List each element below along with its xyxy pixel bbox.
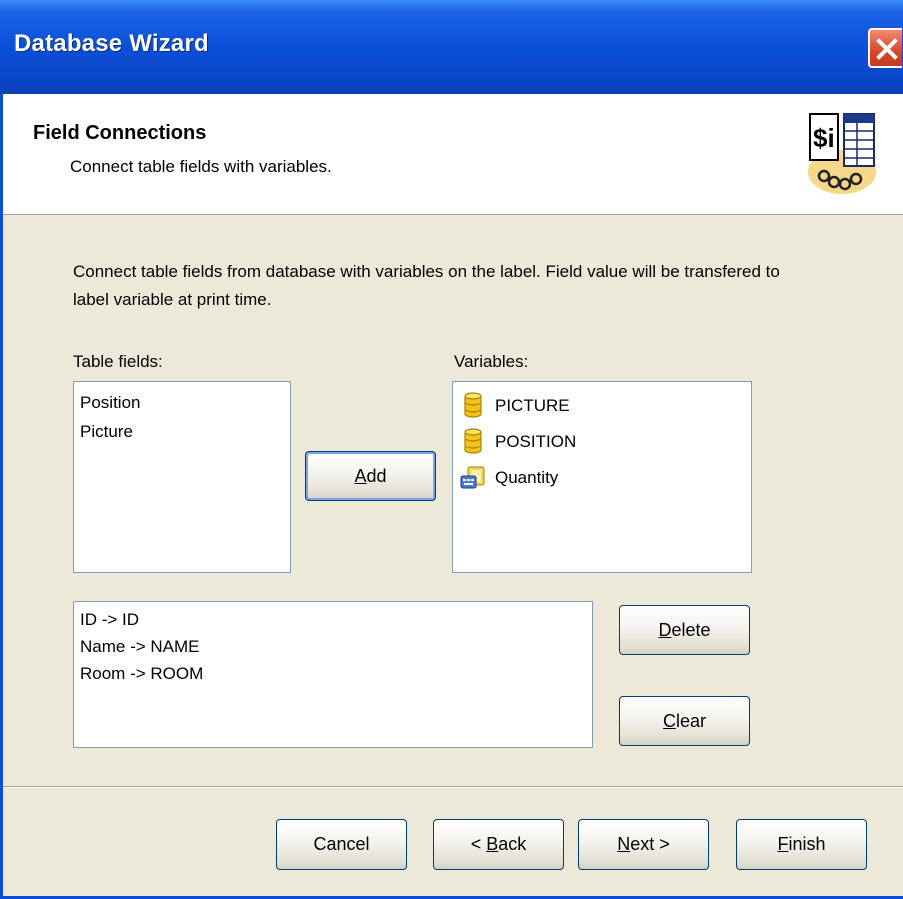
cancel-button-label: Cancel — [313, 834, 370, 854]
delete-button-label: Delete — [658, 619, 711, 640]
add-button[interactable]: Add — [305, 451, 436, 501]
back-button-label: < Back — [470, 834, 527, 854]
variable-label: POSITION — [495, 432, 577, 451]
page-subtitle: Connect table fields with variables. — [70, 157, 332, 176]
clear-button[interactable]: Clear — [619, 696, 750, 746]
list-item[interactable]: Name -> NAME — [80, 633, 586, 660]
list-item[interactable]: Picture — [80, 417, 284, 446]
list-item[interactable]: Room -> ROOM — [80, 660, 586, 687]
next-button-label: Next > — [617, 834, 670, 854]
connections-list[interactable]: ID -> ID Name -> NAME Room -> ROOM — [73, 601, 593, 748]
list-item[interactable]: Position — [80, 388, 284, 417]
cancel-button[interactable]: Cancel — [276, 819, 407, 870]
title-bar[interactable]: Database Wizard — [0, 0, 903, 94]
variables-list[interactable]: PICTURE POSITION Quantity — [452, 381, 752, 573]
next-button[interactable]: Next > — [578, 819, 709, 870]
delete-button[interactable]: Delete — [619, 605, 750, 655]
page-title: Field Connections — [33, 122, 207, 144]
variable-label: Quantity — [495, 468, 559, 487]
list-item[interactable]: ID -> ID — [80, 606, 586, 633]
list-item[interactable]: PICTURE — [459, 388, 745, 424]
database-variable-icon — [459, 391, 487, 421]
close-icon — [876, 38, 898, 60]
list-item[interactable]: POSITION — [459, 424, 745, 460]
close-button[interactable] — [868, 28, 902, 68]
wizard-header: Field Connections Connect table fields w… — [3, 94, 903, 215]
clear-button-label: Clear — [662, 710, 706, 731]
field-connection-icon: $i — [808, 113, 876, 194]
keyboard-variable-icon — [459, 463, 487, 493]
footer-separator — [3, 786, 903, 788]
add-button-label: Add — [354, 465, 387, 486]
variable-label: PICTURE — [495, 396, 570, 415]
finish-button-label: Finish — [777, 834, 826, 854]
table-fields-list[interactable]: Position Picture — [73, 381, 291, 573]
back-button[interactable]: < Back — [433, 819, 564, 870]
svg-text:$i: $i — [813, 123, 835, 153]
instructions-text: Connect table fields from database with … — [73, 262, 780, 309]
window-title: Database Wizard — [14, 30, 209, 57]
table-fields-label: Table fields: — [73, 352, 163, 371]
database-variable-icon — [459, 427, 487, 457]
finish-button[interactable]: Finish — [736, 819, 867, 870]
variables-label: Variables: — [454, 352, 529, 371]
list-item[interactable]: Quantity — [459, 460, 745, 496]
